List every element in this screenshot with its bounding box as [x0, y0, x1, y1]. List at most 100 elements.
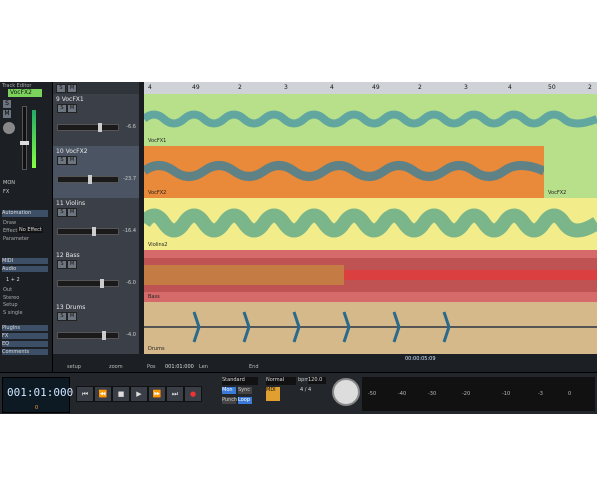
track-number: 11 Violins [56, 200, 86, 207]
punch-toggle[interactable]: Punch [222, 397, 237, 404]
pan-knob[interactable] [3, 122, 15, 134]
solo-button[interactable]: S [57, 208, 67, 217]
volume-slider[interactable] [57, 331, 119, 340]
zoom-label[interactable]: zoom [109, 364, 123, 370]
meter-label: -50 [368, 391, 377, 397]
rewind-to-start-button[interactable]: ⏮ [76, 386, 94, 402]
stop-button[interactable]: ■ [112, 386, 130, 402]
track-lane[interactable]: VocFX1 [144, 94, 597, 147]
track-header[interactable]: 12 Bass S M -6.0 [53, 250, 139, 303]
midi-tab[interactable]: MIDI [2, 258, 48, 264]
solo-button[interactable]: S [3, 100, 11, 108]
input-select[interactable]: 1 + 2 [6, 277, 20, 283]
solo-all-button[interactable]: S [56, 84, 66, 93]
effect-label: Effect [3, 228, 18, 234]
volume-value: -16.4 [123, 228, 136, 234]
comments-tab[interactable]: Comments [2, 349, 48, 355]
normal-select[interactable]: Normal [266, 377, 296, 385]
len-label: Len [199, 364, 208, 370]
volume-value: -6.6 [126, 124, 136, 130]
track-lane[interactable]: Drums [144, 302, 597, 355]
ruler-mark: 49 [192, 84, 200, 91]
mute-button[interactable]: M [67, 260, 77, 269]
mute-button[interactable]: M [67, 156, 77, 165]
mon-label[interactable]: MON [3, 180, 15, 186]
time-counter[interactable]: 001:01:000 0 [2, 377, 74, 413]
mute-all-button[interactable]: M [67, 84, 77, 93]
solo-button[interactable]: S [57, 260, 67, 269]
counter-value: 001:01:000 [7, 386, 74, 399]
eq-tab[interactable]: EQ [2, 341, 48, 347]
track-header-toolbar: S M [53, 82, 139, 94]
record-button[interactable]: ● [184, 386, 202, 402]
track-header[interactable]: 13 Drums S M -4.0 [53, 302, 139, 355]
solo-button[interactable]: S [57, 312, 67, 321]
track-lane[interactable]: Violins2 [144, 198, 597, 251]
counter-sub: 0 [35, 405, 39, 411]
transport-bar: 001:01:000 0 ⏮ ⏪ ■ ▶ ⏩ ⏭ ● Standard Mon … [0, 372, 597, 414]
rewind-button[interactable]: ⏪ [94, 386, 112, 402]
volume-value: -6.0 [126, 280, 136, 286]
setup-label[interactable]: setup [67, 364, 81, 370]
clip[interactable]: VocFX2 [544, 146, 597, 198]
mode-select[interactable]: Standard [222, 377, 258, 385]
mon-toggle[interactable]: Mon [222, 387, 236, 394]
waveform [144, 161, 544, 181]
mute-button[interactable]: M [67, 208, 77, 217]
bpm-value[interactable]: 120.0 [308, 377, 326, 384]
mute-button[interactable]: M [67, 312, 77, 321]
meter-label: -20 [462, 391, 471, 397]
loop-toggle[interactable]: Loop [238, 397, 252, 404]
volume-slider[interactable] [57, 227, 119, 236]
meter-label: -30 [428, 391, 437, 397]
volume-value: -23.7 [123, 176, 136, 182]
waveform [144, 258, 597, 292]
volume-fader[interactable] [20, 106, 29, 170]
volume-slider[interactable] [57, 279, 119, 288]
track-lane[interactable]: Bass [144, 250, 597, 303]
track-lane[interactable]: VocFX2 VocFX2 [144, 146, 597, 199]
track-number: 9 VocFX1 [56, 96, 84, 103]
output-label: Out [3, 287, 13, 293]
volume-slider[interactable] [57, 175, 119, 184]
meter-label: -10 [502, 391, 511, 397]
solo-button[interactable]: S [57, 104, 67, 113]
solo-button[interactable]: S [57, 156, 67, 165]
audio-tab[interactable]: Audio [2, 266, 48, 272]
fx-label[interactable]: FX [3, 189, 9, 195]
forward-to-end-button[interactable]: ⏭ [166, 386, 184, 402]
meter-label: 0 [568, 391, 572, 397]
volume-slider[interactable] [57, 123, 119, 132]
ruler-mark: 2 [238, 84, 242, 91]
track-header[interactable]: 9 VocFX1 S M -6.6 [53, 94, 139, 147]
time-signature[interactable]: 4 / 4 [300, 387, 311, 393]
automation-tab[interactable]: Automation [2, 210, 48, 217]
track-number: 12 Bass [56, 252, 80, 259]
volume-value: -4.0 [126, 332, 136, 338]
effect-select[interactable]: No Effect [18, 227, 43, 233]
waveform [144, 311, 597, 343]
master-volume-knob[interactable] [332, 378, 360, 406]
clip-label: Bass [148, 294, 160, 300]
track-header[interactable]: 11 Violins S M -16.4 [53, 198, 139, 251]
mute-button[interactable]: M [3, 110, 11, 118]
mdi-button[interactable]: MDI [266, 387, 280, 401]
track-number: 10 VocFX2 [56, 148, 88, 155]
single-label: S single [3, 310, 23, 316]
track-editor-panel: Track Editor VocFX2 S M MON FX Automatio… [0, 82, 53, 414]
pos-value[interactable]: 001:01:000 [165, 364, 194, 370]
clip-label: Violins2 [148, 242, 168, 248]
play-button[interactable]: ▶ [130, 386, 148, 402]
ruler-mark: 50 [548, 84, 556, 91]
track-header[interactable]: 10 VocFX2 S M -23.7 [53, 146, 139, 199]
waveform [144, 110, 597, 128]
track-name-field[interactable]: VocFX2 [8, 89, 42, 97]
plugins-tab[interactable]: PlugIns [2, 325, 48, 331]
ruler-mark: 3 [284, 84, 288, 91]
ruler-mark: 4 [148, 84, 152, 91]
mute-button[interactable]: M [67, 104, 77, 113]
clip-label: Drums [148, 346, 165, 352]
sync-toggle[interactable]: Sync [238, 387, 252, 394]
fx-tab[interactable]: FX [2, 333, 48, 339]
fast-forward-button[interactable]: ⏩ [148, 386, 166, 402]
